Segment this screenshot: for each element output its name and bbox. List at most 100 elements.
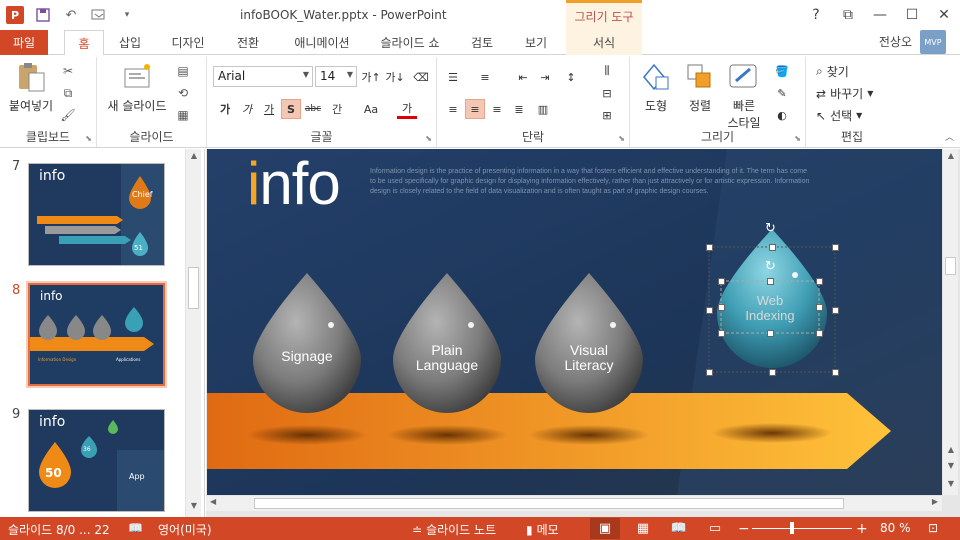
tab-design[interactable]: 디자인 [160,30,216,55]
language-indicator[interactable]: 영어(미국) [158,521,212,538]
replace-button[interactable]: ⇄ 바꾸기 ▼ [816,85,873,102]
new-slide-button[interactable]: 새 슬라이드 [101,61,173,114]
slide-description[interactable]: Information design is the practice of pr… [370,167,810,197]
strikethrough-button[interactable]: abc [303,99,323,119]
next-slide-icon[interactable]: ▼ [943,461,959,475]
resize-handle[interactable] [816,304,823,311]
copy-icon[interactable]: ⧉ [60,85,76,101]
scroll-thumb[interactable] [188,267,199,309]
find-button[interactable]: ⌕ 찾기 [816,63,849,80]
quick-styles-button[interactable]: 빠른 스타일 [722,61,766,131]
customize-qat-icon[interactable]: ▾ [118,6,136,24]
format-painter-icon[interactable]: 🖌 [60,107,76,123]
layout-icon[interactable]: ▤ [175,63,191,79]
align-right-icon[interactable]: ≡ [487,99,507,119]
tab-transitions[interactable]: 전환 [222,30,274,55]
cut-icon[interactable]: ✂ [60,63,76,79]
paste-button[interactable]: 붙여넣기 [6,61,56,114]
resize-handle[interactable] [767,330,774,337]
shape-outline-icon[interactable]: ✎ [772,83,792,103]
resize-handle[interactable] [832,244,839,251]
reading-view-button[interactable]: 📖 [664,518,694,539]
zoom-in-icon[interactable]: + [856,521,868,537]
save-icon[interactable] [34,6,52,24]
drop-label-plain-language[interactable]: Plain Language [393,343,501,373]
select-button[interactable]: ↖ 선택 ▼ [816,107,862,124]
underline-button[interactable]: 가 [259,99,279,119]
tab-slideshow[interactable]: 슬라이드 쇼 [370,30,450,55]
resize-handle[interactable] [718,304,725,311]
tab-review[interactable]: 검토 [460,30,504,55]
current-slide[interactable]: info Information design is the practice … [207,149,942,495]
resize-handle[interactable] [767,278,774,285]
user-name[interactable]: 전상오 [879,33,912,50]
shadow-button[interactable]: S [281,99,301,119]
maximize-icon[interactable]: ☐ [896,0,928,30]
tab-file[interactable]: 파일 [0,30,48,55]
scroll-left-icon[interactable]: ◀ [210,497,216,506]
resize-handle[interactable] [816,330,823,337]
avatar[interactable]: MVP [920,30,946,54]
resize-handle[interactable] [706,369,713,376]
zoom-out-icon[interactable]: − [738,521,750,537]
shape-effects-icon[interactable]: ◐ [772,105,792,125]
resize-handle[interactable] [832,369,839,376]
undo-icon[interactable]: ↶ [62,6,80,24]
tab-insert[interactable]: 삽입 [108,30,152,55]
help-icon[interactable]: ? [800,0,832,30]
spellcheck-icon[interactable]: 📖 [128,521,143,535]
numbering-icon[interactable]: ≡ [475,67,495,87]
prev-slide-icon[interactable]: ▲ [943,445,959,459]
section-icon[interactable]: ▦ [175,107,191,123]
scroll-down-icon[interactable]: ▼ [943,479,959,493]
scroll-up-icon[interactable]: ▲ [186,151,202,165]
resize-handle[interactable] [706,244,713,251]
clipboard-launcher-icon[interactable]: ⬊ [85,134,92,143]
font-size-combo[interactable]: 14 ▼ [315,66,357,87]
resize-handle[interactable] [769,244,776,251]
bullets-icon[interactable]: ☰ [443,67,463,87]
resize-handle[interactable] [769,369,776,376]
slide-thumbnail-9[interactable]: info 50 36 App [28,409,165,512]
zoom-slider-thumb[interactable] [790,522,794,534]
slide-scrollbar[interactable]: ▲ ▲ ▼ ▼ [942,149,958,495]
notes-button[interactable]: ≐ 슬라이드 노트 [412,521,496,538]
shapes-button[interactable]: 도형 [634,61,678,114]
thumbnail-scrollbar[interactable]: ▲ ▼ [185,149,201,517]
tab-view[interactable]: 보기 [514,30,558,55]
paragraph-launcher-icon[interactable]: ⬊ [618,134,625,143]
scroll-right-icon[interactable]: ▶ [932,497,938,506]
slide-sorter-button[interactable]: ▦ [628,518,658,539]
align-center-icon[interactable]: ≡ [465,99,485,119]
fit-slide-icon[interactable]: ⊡ [928,521,938,535]
clear-format-icon[interactable]: ⌫ [411,67,431,87]
tab-format[interactable]: 서식 [566,30,642,55]
zoom-level[interactable]: 80 % [880,521,911,535]
align-left-icon[interactable]: ≡ [443,99,463,119]
slide-thumbnail-8[interactable]: info Information Design Applications [26,281,167,388]
rotate-handle-icon[interactable]: ↻ [765,259,776,274]
redo-icon[interactable] [90,6,108,24]
slideshow-button[interactable]: ▭ [700,518,730,539]
drop-label-web-indexing[interactable]: Web Indexing [721,293,819,323]
slide-title[interactable]: info [247,149,341,218]
normal-view-button[interactable]: ▣ [590,518,620,539]
zoom-slider-track[interactable] [752,528,852,529]
arrange-button[interactable]: 정렬 [680,61,720,114]
scroll-thumb[interactable] [945,257,956,275]
scroll-up-icon[interactable]: ▲ [943,151,959,165]
resize-handle[interactable] [832,306,839,314]
comments-button[interactable]: ▮ 메모 [526,521,559,538]
scroll-down-icon[interactable]: ▼ [186,501,202,515]
char-spacing-button[interactable]: 간 [327,99,347,119]
collapse-ribbon-icon[interactable]: ︿ [945,130,954,143]
minimize-icon[interactable]: — [864,0,896,30]
ribbon-display-icon[interactable]: ⧉ [832,0,864,30]
hscroll-thumb[interactable] [254,498,844,509]
slide-hscrollbar[interactable]: ◀ ▶ [206,495,942,511]
font-name-combo[interactable]: Arial ▼ [213,66,313,87]
shape-fill-icon[interactable]: 🪣 [772,61,792,81]
close-icon[interactable]: ✕ [928,0,960,30]
columns-icon[interactable]: ▥ [533,99,553,119]
font-color-button[interactable]: 가 [397,99,417,119]
